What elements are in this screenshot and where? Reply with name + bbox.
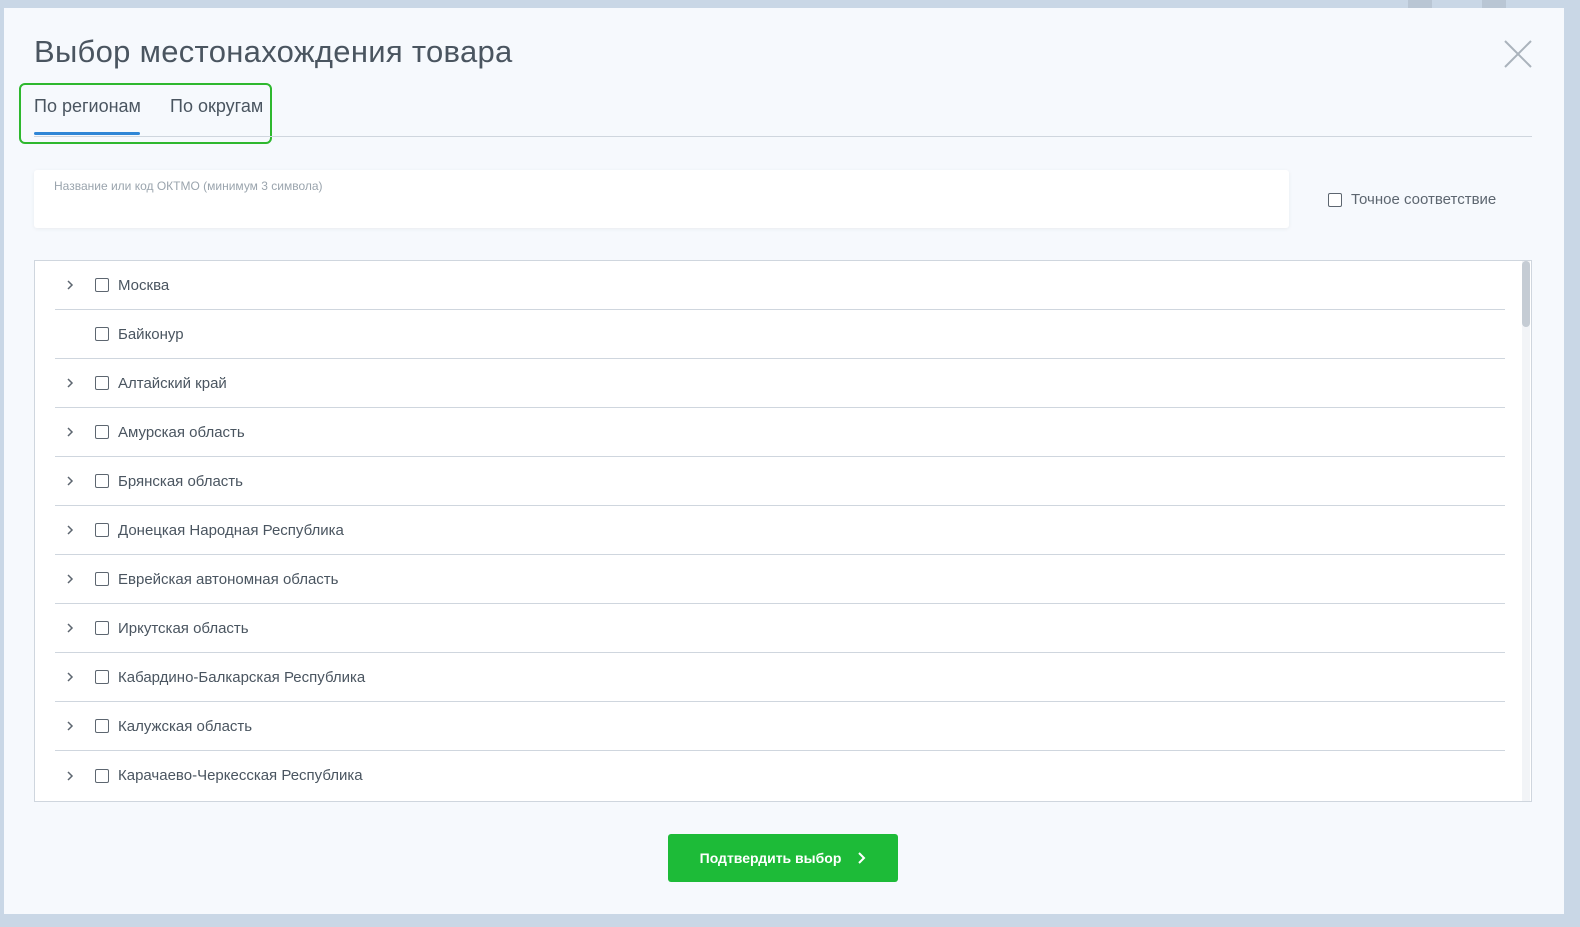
scrollbar-thumb[interactable] [1522, 261, 1530, 327]
region-checkbox[interactable] [95, 719, 109, 733]
region-label: Карачаево-Черкесская Республика [118, 767, 363, 784]
chevron-right-icon [857, 852, 866, 864]
region-checkbox[interactable] [95, 621, 109, 635]
exact-match-option[interactable]: Точное соответствие [1328, 191, 1496, 208]
chevron-right-icon[interactable] [55, 719, 85, 733]
region-label: Амурская область [118, 423, 245, 441]
list-item[interactable]: Кабардино-Балкарская Республика [55, 653, 1505, 702]
region-label: Донецкая Народная Республика [118, 521, 344, 539]
chevron-right-icon[interactable] [55, 572, 85, 586]
region-label: Байконур [118, 325, 184, 343]
region-checkbox[interactable] [95, 425, 109, 439]
location-select-modal: Выбор местонахождения товара По регионам… [4, 8, 1564, 914]
expand-placeholder [55, 327, 85, 341]
chevron-right-icon[interactable] [55, 474, 85, 488]
background-element [1482, 0, 1506, 8]
search-field[interactable]: Название или код ОКТМО (минимум 3 символ… [34, 170, 1289, 228]
region-label: Калужская область [118, 717, 253, 735]
tab-by-regions[interactable]: По регионам [34, 96, 141, 117]
background-element [1408, 0, 1432, 8]
region-checkbox[interactable] [95, 768, 109, 783]
tabs-divider [34, 136, 1532, 137]
confirm-button-label: Подтвердить выбор [699, 850, 842, 866]
list-item[interactable]: Донецкая Народная Республика [55, 506, 1505, 555]
exact-match-checkbox[interactable] [1328, 192, 1342, 207]
chevron-right-icon[interactable] [55, 769, 85, 783]
list-item[interactable]: Брянская область [55, 457, 1505, 506]
region-label: Иркутская область [118, 619, 249, 637]
list-item[interactable]: Амурская область [55, 408, 1505, 457]
region-list[interactable]: Москва Байконур Алтайский край Амурская обл… [34, 260, 1532, 802]
region-checkbox[interactable] [95, 474, 109, 488]
chevron-right-icon[interactable] [55, 621, 85, 635]
region-rows: Москва Байконур Алтайский край Амурская обл… [55, 261, 1505, 800]
region-checkbox[interactable] [95, 376, 109, 390]
active-tab-indicator [34, 132, 140, 135]
list-item[interactable]: Байконур [55, 310, 1505, 359]
chevron-right-icon[interactable] [55, 376, 85, 390]
exact-match-label: Точное соответствие [1351, 191, 1497, 208]
list-item[interactable]: Карачаево-Черкесская Республика [55, 751, 1505, 800]
scrollbar-track[interactable] [1522, 261, 1530, 801]
search-input[interactable] [54, 196, 1268, 224]
region-label: Еврейская автономная область [118, 570, 339, 588]
list-item[interactable]: Москва [55, 261, 1505, 310]
region-label: Алтайский край [118, 374, 227, 392]
modal-title: Выбор местонахождения товара [34, 34, 513, 69]
list-item[interactable]: Иркутская область [55, 604, 1505, 653]
region-checkbox[interactable] [95, 670, 109, 684]
chevron-right-icon[interactable] [55, 523, 85, 537]
region-checkbox[interactable] [95, 523, 109, 537]
region-checkbox[interactable] [95, 327, 109, 341]
list-item[interactable]: Калужская область [55, 702, 1505, 751]
region-label: Брянская область [118, 472, 243, 490]
list-item[interactable]: Еврейская автономная область [55, 555, 1505, 604]
region-label: Кабардино-Балкарская Республика [118, 668, 366, 686]
list-item[interactable]: Алтайский край [55, 359, 1505, 408]
close-icon[interactable] [1500, 36, 1536, 72]
region-checkbox[interactable] [95, 572, 109, 586]
chevron-right-icon[interactable] [55, 670, 85, 684]
chevron-right-icon[interactable] [55, 425, 85, 439]
chevron-right-icon[interactable] [55, 278, 85, 292]
region-checkbox[interactable] [95, 278, 109, 292]
confirm-button[interactable]: Подтвердить выбор [668, 834, 898, 882]
tab-by-districts[interactable]: По округам [170, 96, 263, 117]
region-label: Москва [118, 276, 170, 294]
search-label: Название или код ОКТМО (минимум 3 символ… [54, 179, 323, 193]
